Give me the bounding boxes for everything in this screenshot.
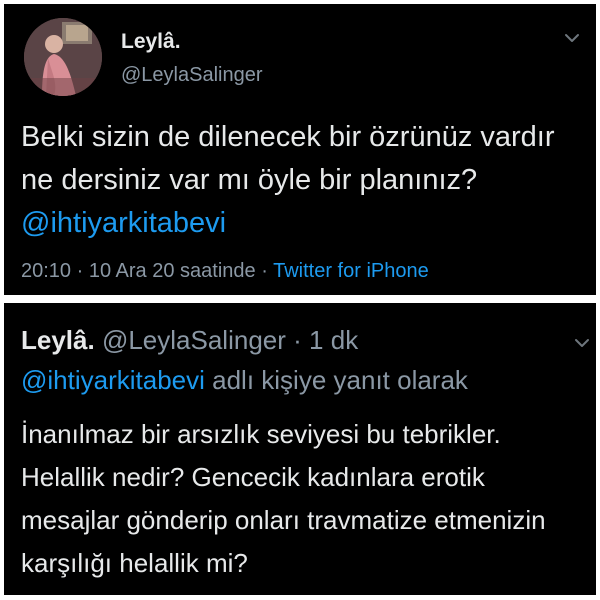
profile-photo-image (24, 18, 102, 96)
mention-link[interactable]: @ihtiyarkitabevi (21, 207, 226, 239)
display-name[interactable]: Leylâ. (121, 30, 181, 54)
reply-display-name[interactable]: Leylâ. (21, 325, 95, 355)
separator-dot: · (293, 325, 302, 355)
reply-to-mention-link[interactable]: @ihtiyarkitabevi (21, 365, 205, 395)
reply-handle[interactable]: @LeylaSalinger (102, 325, 286, 355)
reply-header: Leylâ. @LeylaSalinger · 1 dk (21, 325, 358, 356)
reply-card: Leylâ. @LeylaSalinger · 1 dk @ihtiyarkit… (4, 303, 596, 595)
chevron-down-icon[interactable] (564, 32, 580, 44)
tweet-metadata: 20:10 · 10 Ara 20 saatinde · Twitter for… (21, 260, 429, 283)
avatar[interactable] (24, 18, 102, 96)
tweet-time: 20:10 (21, 260, 72, 282)
tweet-text: Belki sizin de dilenecek bir özrünüz var… (21, 116, 582, 245)
reply-age[interactable]: 1 dk (309, 325, 358, 355)
tweet-source-link[interactable]: Twitter for iPhone (273, 260, 429, 282)
tweet-body: Belki sizin de dilenecek bir özrünüz var… (21, 121, 555, 196)
tweet-card: Leylâ. @LeylaSalinger Belki sizin de dil… (4, 4, 596, 295)
separator-dot: · (261, 260, 268, 282)
user-handle[interactable]: @LeylaSalinger (121, 64, 263, 87)
separator-dot: · (76, 260, 84, 282)
chevron-down-icon[interactable] (574, 337, 590, 349)
tweet-date[interactable]: 10 Ara 20 saatinde (89, 260, 256, 282)
reply-text: İnanılmaz bir arsızlık seviyesi bu tebri… (21, 419, 546, 578)
reply-to-label: adlı kişiye yanıt olarak (212, 365, 468, 395)
replying-to-line: @ihtiyarkitabevi adlı kişiye yanıt olara… (21, 365, 468, 396)
